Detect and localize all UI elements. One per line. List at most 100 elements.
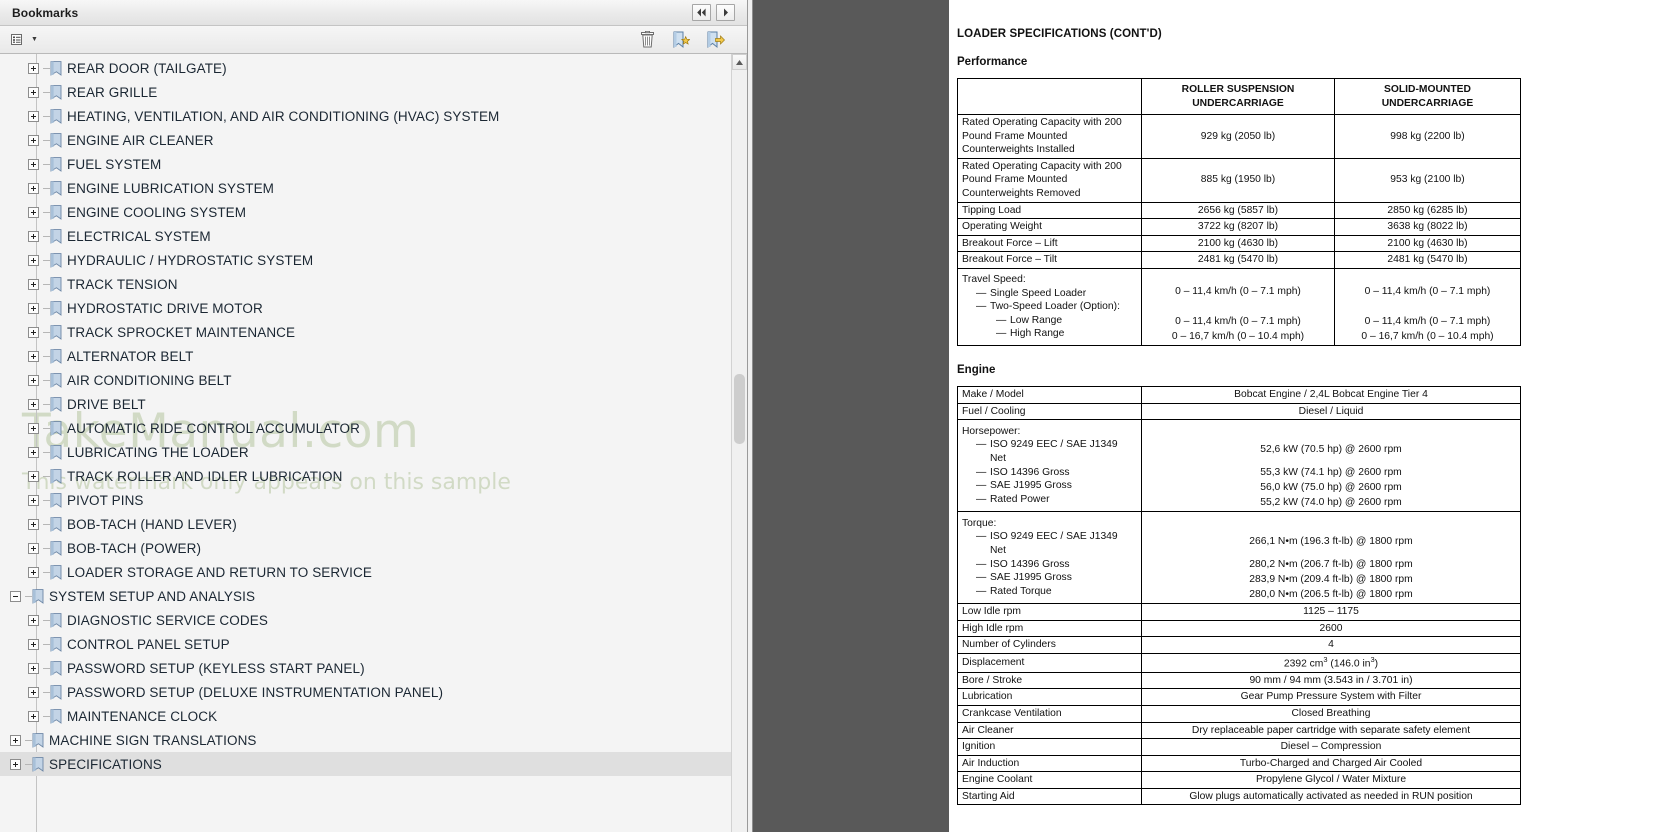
header-blank [957,77,1142,116]
bookmark-item[interactable]: ENGINE COOLING SYSTEM [0,200,731,224]
table-header-row: ROLLER SUSPENSION UNDERCARRIAGE SOLID-MOUN… [957,77,1521,116]
expand-icon[interactable] [28,158,39,170]
expand-icon[interactable] [28,422,39,434]
bookmark-item[interactable]: BOB-TACH (HAND LEVER) [0,512,731,536]
bookmark-item[interactable]: MACHINE SIGN TRANSLATIONS [0,728,731,752]
bookmarks-panel: Bookmarks ▼ TakeManual.com This watermar… [0,0,748,832]
bookmark-item[interactable]: ELECTRICAL SYSTEM [0,224,731,248]
expand-icon[interactable] [28,398,39,410]
expand-icon[interactable] [28,326,39,338]
expand-icon[interactable] [28,662,39,674]
bookmark-item[interactable]: HYDRAULIC / HYDROSTATIC SYSTEM [0,248,731,272]
bookmark-item[interactable]: PASSWORD SETUP (KEYLESS START PANEL) [0,656,731,680]
expand-icon[interactable] [28,206,39,218]
expand-icon[interactable] [28,254,39,266]
bookmark-item[interactable]: TRACK TENSION [0,272,731,296]
bookmark-item[interactable]: MAINTENANCE CLOCK [0,704,731,728]
value-roller: 3722 kg (8207 lb) [1141,218,1335,236]
bookmark-item[interactable]: DRIVE BELT [0,392,731,416]
bookmark-item[interactable]: SPECIFICATIONS [0,752,731,776]
bookmark-item[interactable]: TRACK ROLLER AND IDLER LUBRICATION [0,464,731,488]
table-row: Crankcase Ventilation Closed Breathing [957,704,1521,723]
expand-icon[interactable] [28,86,39,98]
bookmark-icon [50,420,62,436]
expand-icon[interactable] [28,518,39,530]
expand-icon[interactable] [28,470,39,482]
options-menu-icon[interactable] [8,30,28,50]
collapse-icon[interactable] [10,590,21,602]
expand-icon[interactable] [28,686,39,698]
bookmark-item[interactable]: ALTERNATOR BELT [0,344,731,368]
bookmark-item-label: AUTOMATIC RIDE CONTROL ACCUMULATOR [67,420,360,436]
bookmark-item[interactable]: LUBRICATING THE LOADER [0,440,731,464]
bookmark-item-label: HYDRAULIC / HYDROSTATIC SYSTEM [67,252,314,268]
scrollbar-thumb[interactable] [734,374,745,444]
expand-icon[interactable] [28,134,39,146]
bookmark-icon-wrap [50,60,63,76]
tree-connector [43,139,50,141]
tree-connector [25,595,32,597]
bookmarks-panel-title: Bookmarks [12,5,79,20]
bookmarks-panel-header: Bookmarks [0,0,747,26]
expand-icon[interactable] [28,302,39,314]
chevron-down-icon[interactable]: ▼ [31,36,38,43]
collapse-panel-button[interactable] [692,4,711,21]
expand-icon[interactable] [28,494,39,506]
engine-section-title: Engine [957,363,996,376]
delete-bookmark-icon[interactable] [637,30,657,50]
tree-connector [43,283,50,285]
bookmark-item[interactable]: ENGINE AIR CLEANER [0,128,731,152]
bookmark-item[interactable]: AUTOMATIC RIDE CONTROL ACCUMULATOR [0,416,731,440]
bookmark-icon-wrap [50,396,63,412]
expand-icon[interactable] [28,182,39,194]
bookmark-item[interactable]: ENGINE LUBRICATION SYSTEM [0,176,731,200]
bookmark-item[interactable]: SYSTEM SETUP AND ANALYSIS [0,584,731,608]
expand-icon[interactable] [28,278,39,290]
bookmark-icon-wrap [50,204,63,220]
bookmark-item[interactable]: AIR CONDITIONING BELT [0,368,731,392]
bookmark-item[interactable]: LOADER STORAGE AND RETURN TO SERVICE [0,560,731,584]
expand-icon[interactable] [10,734,21,746]
row-label: Engine Coolant [957,771,1142,789]
expand-icon[interactable] [28,110,39,122]
expand-icon[interactable] [28,638,39,650]
bookmark-item-label: LOADER STORAGE AND RETURN TO SERVICE [67,564,372,580]
bookmark-item[interactable]: FUEL SYSTEM [0,152,731,176]
bookmark-item[interactable]: HEATING, VENTILATION, AND AIR CONDITIONI… [0,104,731,128]
header-roller-suspension: ROLLER SUSPENSION UNDERCARRIAGE [1141,77,1335,116]
bookmark-icon [50,60,62,76]
expand-icon[interactable] [28,542,39,554]
expand-icon[interactable] [28,350,39,362]
bookmark-item[interactable]: HYDROSTATIC DRIVE MOTOR [0,296,731,320]
row-label: Starting Aid [957,787,1142,806]
expand-icon[interactable] [28,62,39,74]
expand-panel-button[interactable] [716,4,735,21]
bookmark-item[interactable]: TRACK SPROCKET MAINTENANCE [0,320,731,344]
bookmark-item[interactable]: BOB-TACH (POWER) [0,536,731,560]
expand-icon[interactable] [28,446,39,458]
tree-connector [25,739,32,741]
tree-connector [43,403,50,405]
expand-icon[interactable] [28,230,39,242]
row-value: Diesel – Compression [1141,738,1521,756]
expand-icon[interactable] [28,374,39,386]
bookmarks-scrollbar[interactable] [731,54,747,832]
bookmark-item[interactable]: DIAGNOSTIC SERVICE CODES [0,608,731,632]
tree-connector [43,211,50,213]
bookmark-item[interactable]: REAR GRILLE [0,80,731,104]
bookmark-item-label: ELECTRICAL SYSTEM [67,228,211,244]
new-bookmark-icon[interactable] [671,30,691,50]
expand-icon[interactable] [28,710,39,722]
bookmarks-scroll-area[interactable]: TakeManual.com This watermark only appea… [0,54,731,832]
bookmark-item[interactable]: PASSWORD SETUP (DELUXE INSTRUMENTATION P… [0,680,731,704]
table-row: Ignition Diesel – Compression [957,738,1521,756]
expand-icon[interactable] [10,758,21,770]
row-value: Bobcat Engine / 2,4L Bobcat Engine Tier … [1141,385,1521,404]
expand-icon[interactable] [28,566,39,578]
goto-bookmark-icon[interactable] [705,30,725,50]
scroll-up-arrow[interactable] [732,54,747,70]
bookmark-item[interactable]: PIVOT PINS [0,488,731,512]
bookmark-item[interactable]: REAR DOOR (TAILGATE) [0,56,731,80]
bookmark-item[interactable]: CONTROL PANEL SETUP [0,632,731,656]
expand-icon[interactable] [28,614,39,626]
